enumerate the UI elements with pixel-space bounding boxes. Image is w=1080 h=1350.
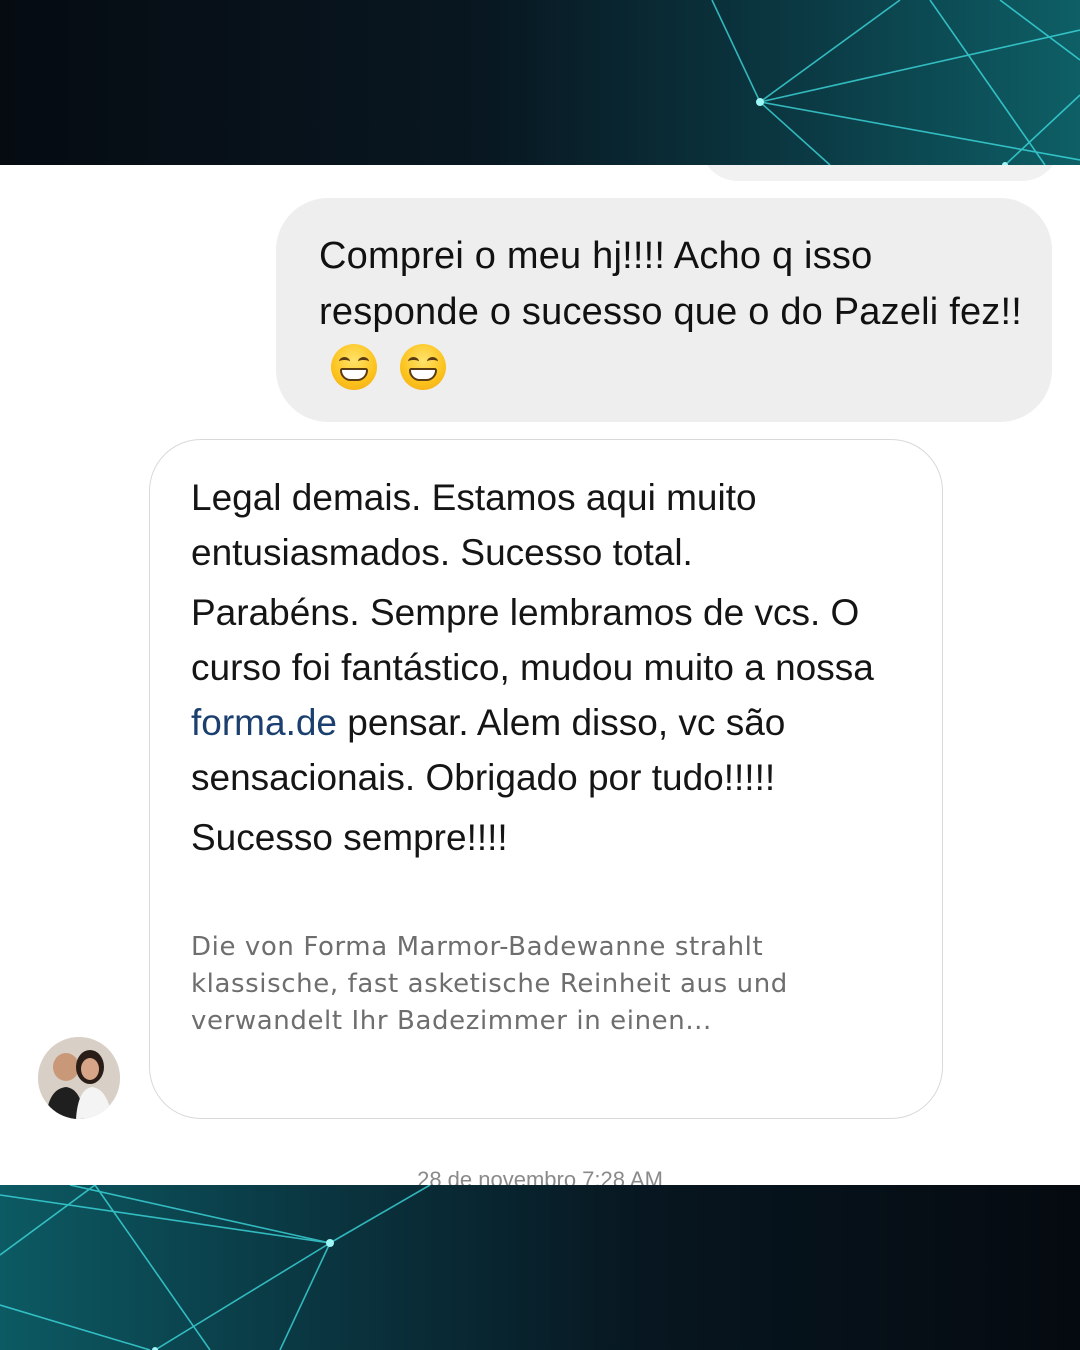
message-link[interactable]: forma.de — [191, 702, 337, 743]
network-lines-graphic — [0, 1185, 431, 1350]
received-message-text: Parabéns. Sempre lembramos de vcs. O cur… — [191, 592, 874, 688]
top-decorative-band — [0, 0, 1080, 165]
received-message-paragraph: Parabéns. Sempre lembramos de vcs. O cur… — [191, 585, 912, 805]
grinning-face-emoji-icon — [399, 344, 446, 390]
avatar-photo-icon — [38, 1037, 120, 1119]
bottom-decorative-band — [0, 1185, 1080, 1350]
sent-message-bubble[interactable]: Comprei o meu hj!!!! Acho q isso respond… — [276, 198, 1052, 422]
message-timestamp: 28 de novembro 7:28 AM — [417, 1167, 663, 1185]
sender-avatar[interactable] — [38, 1037, 120, 1119]
received-message-bubble[interactable]: Legal demais. Estamos aqui muito entusia… — [149, 439, 943, 1119]
received-message-paragraph: Legal demais. Estamos aqui muito entusia… — [191, 477, 757, 573]
grinning-face-emoji-icon — [331, 344, 377, 390]
link-preview-text[interactable]: Die von Forma Marmor-Badewanne strahlt k… — [191, 929, 912, 1040]
network-lines-graphic — [711, 0, 1080, 165]
received-message-paragraph: Sucesso sempre!!!! — [191, 817, 508, 858]
sent-message-text: Comprei o meu hj!!!! Acho q isso respond… — [319, 228, 1022, 396]
previous-message-bubble — [700, 165, 1060, 181]
sent-message-content: Comprei o meu hj!!!! Acho q isso respond… — [319, 235, 1023, 333]
chat-area[interactable]: Comprei o meu hj!!!! Acho q isso respond… — [0, 165, 1080, 1185]
